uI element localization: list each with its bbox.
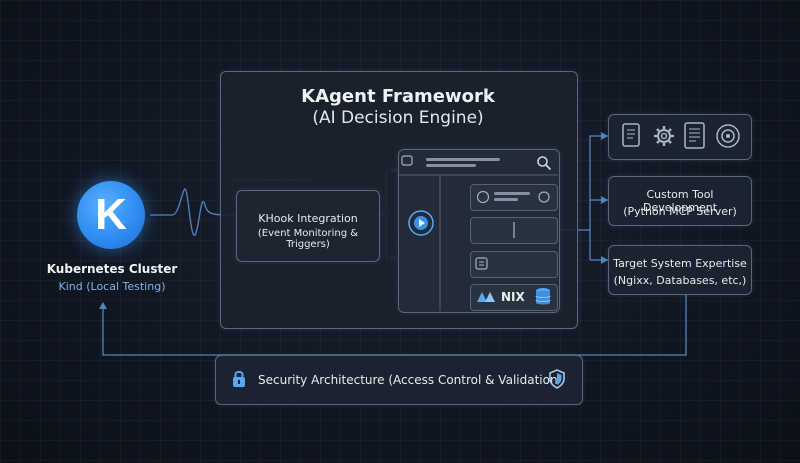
framework-subtitle: (AI Decision Engine) — [312, 108, 484, 128]
kubernetes-logo: K — [77, 181, 145, 249]
khook-subtitle: (Event Monitoring & Triggers) — [257, 228, 359, 250]
target-box — [608, 245, 752, 295]
khook-title: KHook Integration — [258, 212, 358, 225]
security-label: Security Architecture (Access Control & … — [258, 373, 558, 387]
arrow-head — [601, 196, 608, 204]
target-subtitle: (Ngixx, Databases, etc,) — [613, 274, 747, 287]
tools-subtitle: (Python MCP Server) — [623, 205, 737, 218]
checklist-icon — [684, 122, 705, 149]
target-title: Target System Expertise — [613, 257, 747, 270]
nix-logo-icon — [477, 292, 495, 302]
database-icon — [535, 288, 551, 305]
search-icon[interactable] — [536, 155, 552, 171]
document-icon — [622, 123, 640, 147]
arrow-head — [601, 132, 608, 140]
chat-icon — [401, 155, 413, 166]
list-icon — [475, 257, 488, 270]
khook-box — [236, 190, 380, 262]
cluster-title: Kubernetes Cluster — [46, 262, 178, 276]
lock-icon — [233, 370, 245, 387]
play-icon[interactable] — [407, 209, 435, 237]
row-2-cursor — [513, 222, 515, 238]
framework-title: KAgent Framework — [301, 86, 495, 107]
row-1-content — [476, 190, 550, 204]
arrow-head — [99, 302, 107, 309]
shield-icon — [549, 369, 565, 389]
cluster-subtitle: Kind (Local Testing) — [58, 280, 166, 293]
gear-icon — [654, 126, 674, 146]
nix-label: NIX — [501, 290, 525, 304]
target-icon — [716, 124, 740, 148]
arrow-head — [601, 256, 608, 264]
